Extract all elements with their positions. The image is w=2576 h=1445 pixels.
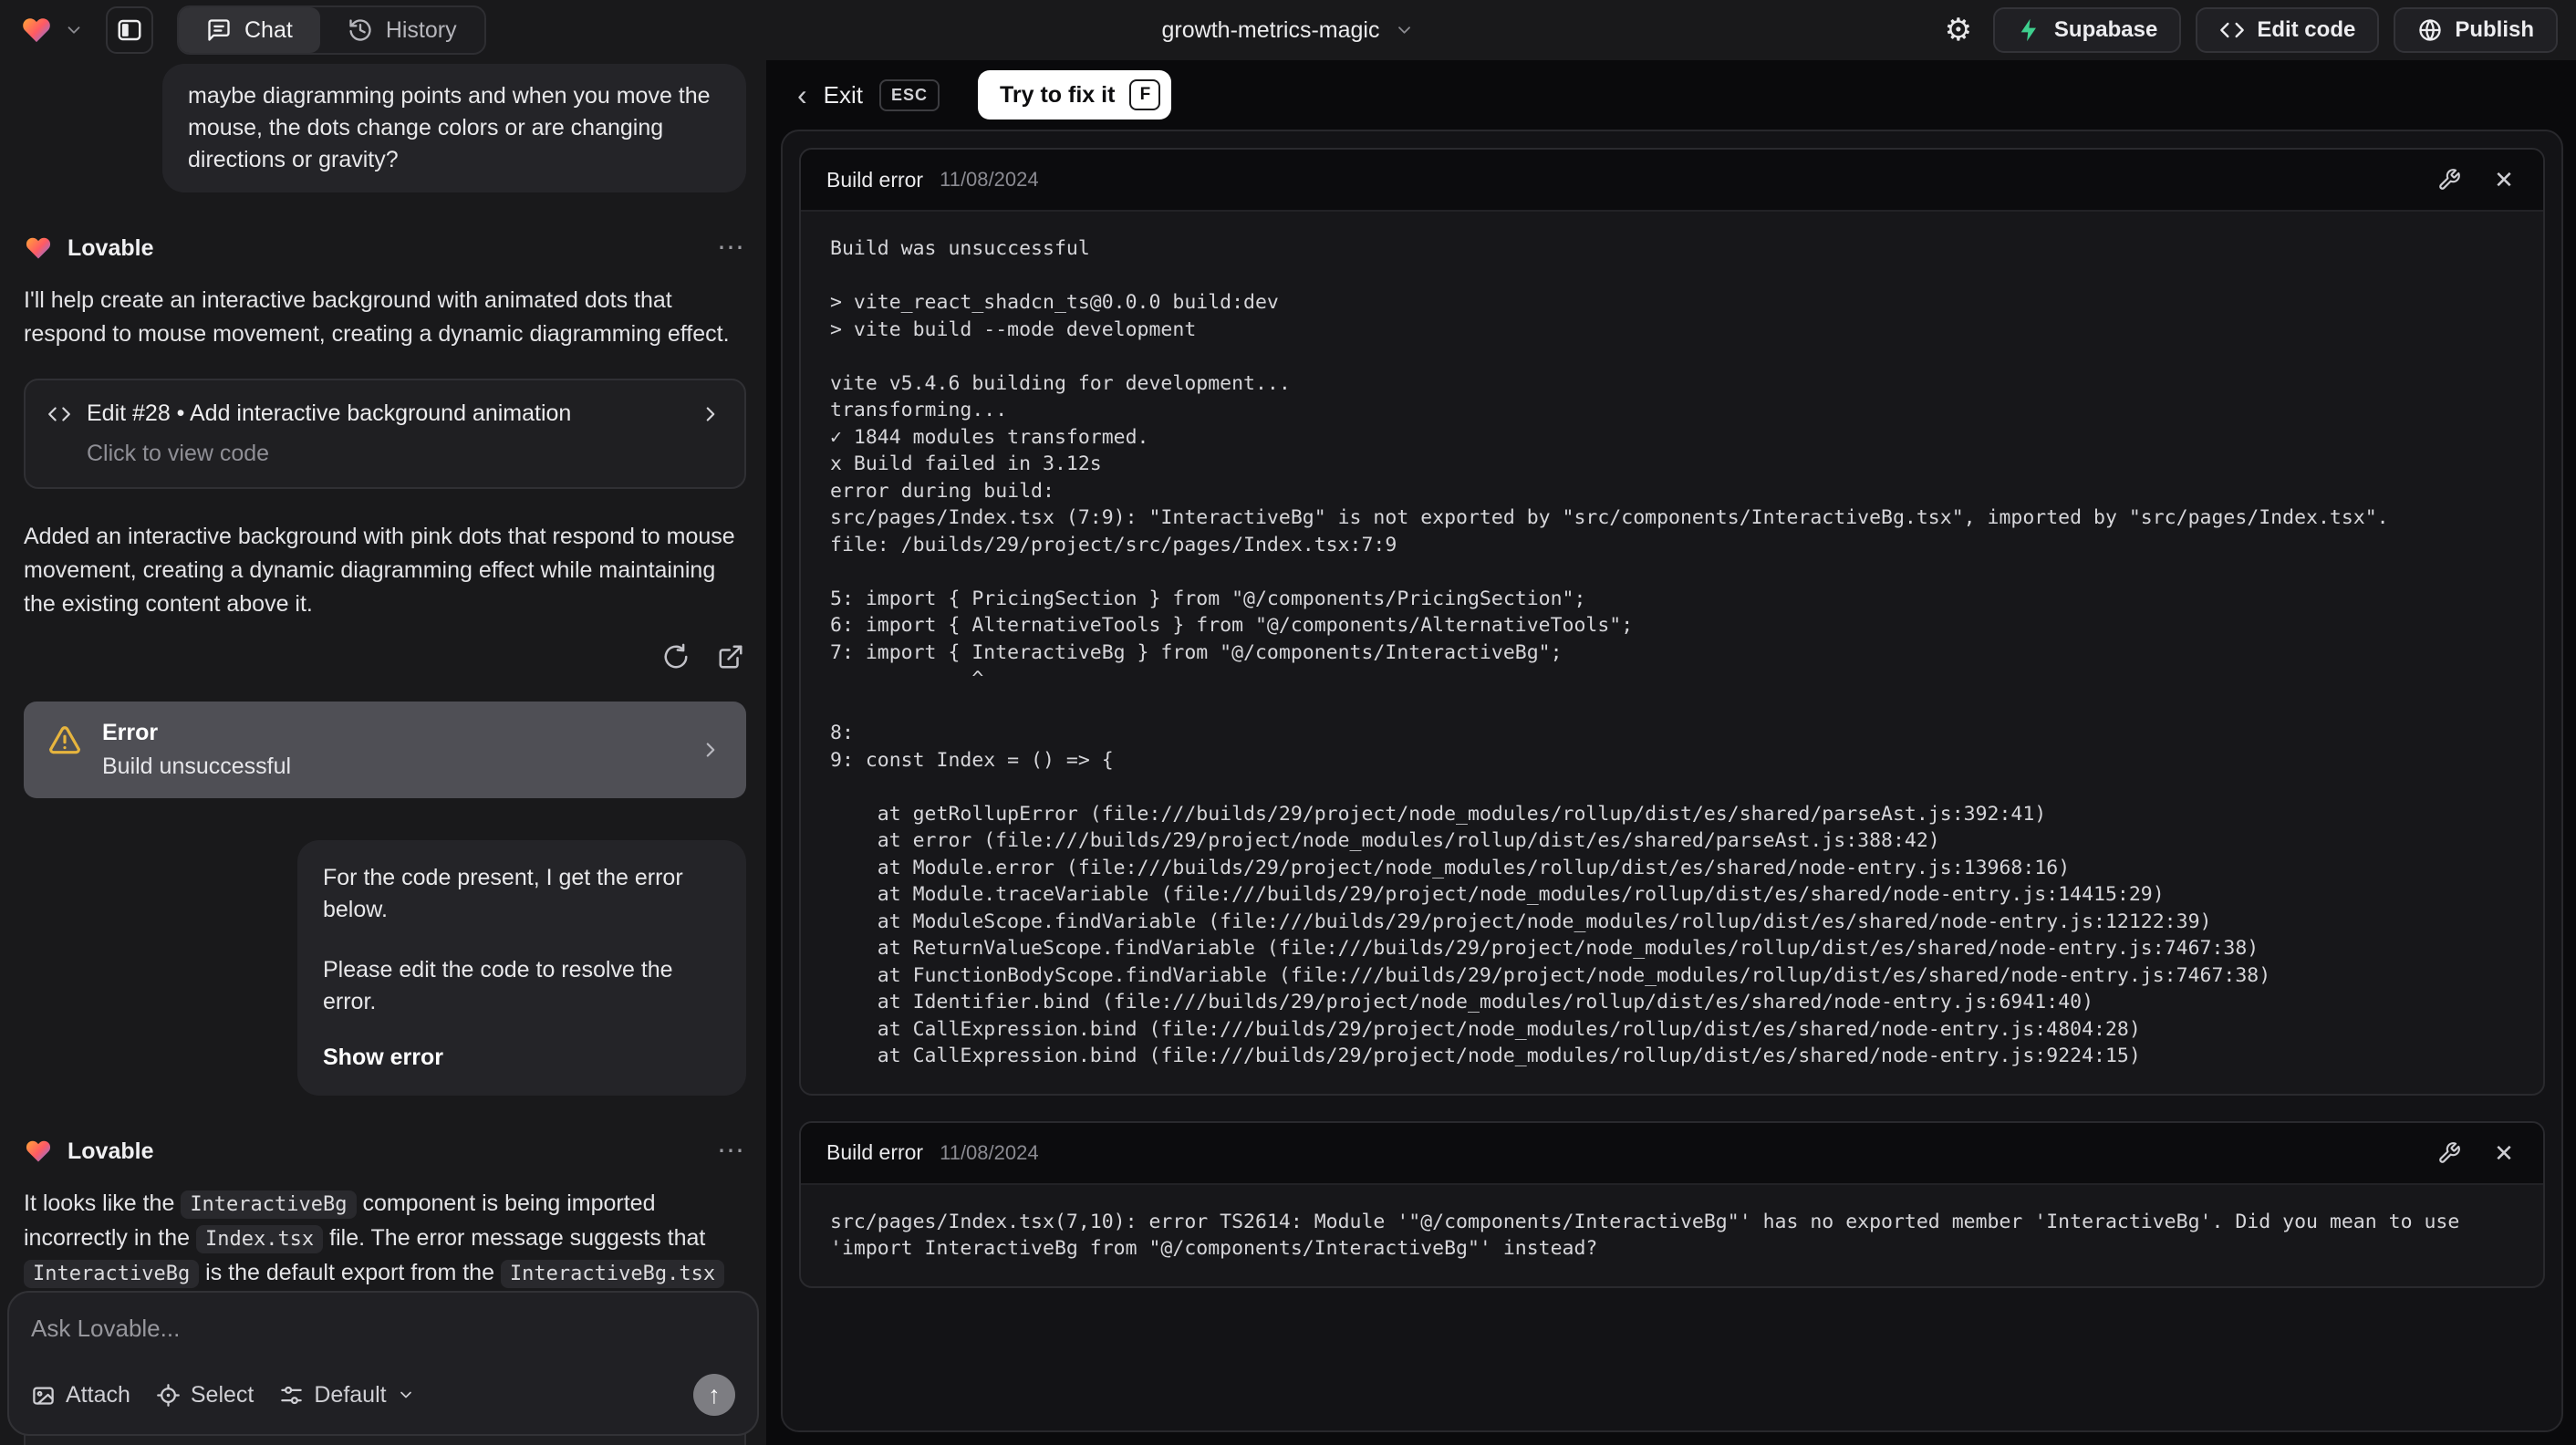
build-log: src/pages/Index.tsx(7,10): error TS2614:… [830,1210,2472,1261]
assistant-name: Lovable [68,234,154,261]
arrow-up-icon: ↑ [708,1380,721,1409]
chevron-left-icon[interactable]: ‹ [797,80,807,109]
tab-history-label: History [385,16,457,43]
build-error-summary-card[interactable]: Error Build unsuccessful [24,702,746,798]
edit-card-title: Edit #29 • Fix import error for Interact… [87,1441,518,1445]
error-panel-title: Build error [826,167,924,192]
user-message: For the code present, I get the error be… [297,840,746,1096]
inline-code: InteractiveBg.tsx [500,1260,725,1288]
history-icon [349,19,371,41]
attach-button[interactable]: Attach [31,1382,130,1409]
code-icon [48,406,70,421]
build-error-panel-2: Build error 11/08/2024 ✕ src/pages/Index… [799,1120,2545,1288]
inline-code: InteractiveBg [24,1260,200,1288]
assistant-message-header: Lovable ⋯ [24,1138,746,1165]
error-panel-header: Build error 11/08/2024 ✕ [801,150,2543,212]
error-panel-header: Build error 11/08/2024 ✕ [801,1122,2543,1185]
tab-chat-label: Chat [244,16,293,43]
chat-sidebar: maybe diagramming points and when you mo… [0,60,766,1445]
error-card-title: Error [102,720,159,745]
topbar-right: ⚙ Supabase Edit code Publish [1938,7,2558,53]
assistant-message-header: Lovable ⋯ [24,234,746,262]
more-options-icon[interactable]: ⋯ [717,1138,746,1165]
workspace-chevron-down-icon[interactable] [64,20,84,40]
chevron-down-icon [400,1391,411,1398]
close-icon[interactable]: ✕ [2490,166,2518,193]
panel-left-icon [118,19,141,41]
lovable-heart-icon [26,1140,51,1162]
publish-label: Publish [2455,17,2534,42]
inline-code: Index.tsx [195,1225,324,1253]
build-error-panel-1: Build error 11/08/2024 ✕ Build was unsuc… [799,148,2545,1096]
send-button[interactable]: ↑ [693,1374,735,1416]
toggle-sidebar-button[interactable] [106,6,153,54]
error-panel-date: 11/08/2024 [940,168,1039,191]
code-icon [2220,22,2245,38]
assistant-summary-text: Added an interactive background with pin… [24,524,735,617]
lovable-logo-icon[interactable] [18,12,55,48]
open-preview-icon[interactable] [715,641,746,672]
edit-card-28[interactable]: Edit #28 • Add interactive background an… [24,379,746,489]
supabase-label: Supabase [2053,17,2158,42]
supabase-bolt-icon [2020,18,2036,42]
lovable-heart-icon [26,237,51,259]
error-panel-date: 11/08/2024 [940,1140,1039,1164]
error-card-subtitle: Build unsuccessful [102,754,292,779]
message-actions [24,641,746,672]
error-panel-body: src/pages/Index.tsx(7,10): error TS2614:… [801,1185,2543,1286]
error-panel-title: Build error [826,1140,924,1164]
exit-button[interactable]: Exit [824,81,863,109]
chat-bubble-icon [208,19,230,41]
topbar: Chat History growth-metrics-magic ⚙ Supa… [0,0,2576,60]
globe-icon [2419,19,2441,41]
publish-button[interactable]: Publish [2394,7,2558,53]
error-panel-body: Build was unsuccessful > vite_react_shad… [801,212,2543,1094]
more-options-icon[interactable]: ⋯ [717,234,746,262]
restore-icon[interactable] [660,641,691,672]
select-element-button[interactable]: Select [156,1382,254,1409]
chevron-right-icon [699,402,722,426]
error-overlay-pane: ‹ Exit ESC Try to fix it F Build error 1… [766,60,2576,1445]
project-switcher[interactable]: growth-metrics-magic [1162,17,1415,44]
tab-chat[interactable]: Chat [179,7,320,53]
select-target-icon [157,1383,180,1407]
settings-button[interactable]: ⚙ [1938,10,1979,50]
build-log: Build was unsuccessful > vite_react_shad… [830,237,2389,1067]
main-area: maybe diagramming points and when you mo… [0,60,2576,1445]
f-key-badge: F [1129,79,1161,110]
topbar-left: Chat History [18,5,486,55]
fix-wrench-icon[interactable] [2436,166,2463,193]
warning-triangle-icon [49,726,80,754]
project-name: growth-metrics-magic [1161,16,1380,43]
supabase-button[interactable]: Supabase [1992,7,2182,53]
close-icon[interactable]: ✕ [2490,1139,2518,1167]
error-panel-container: Build error 11/08/2024 ✕ Build was unsuc… [781,130,2563,1432]
assistant-intro-text: I'll help create an interactive backgrou… [24,287,730,347]
project-chevron-down-icon [1394,20,1414,40]
inline-code: InteractiveBg [181,1190,357,1219]
sliders-icon [281,1386,303,1404]
overlay-header: ‹ Exit ESC Try to fix it F [766,60,2576,130]
try-to-fix-button[interactable]: Try to fix it F [978,70,1172,120]
lovable-app: Chat History growth-metrics-magic ⚙ Supa… [0,0,2576,1445]
chat-message-list: maybe diagramming points and when you mo… [0,60,766,1445]
tab-history[interactable]: History [320,7,484,53]
edit-code-button[interactable]: Edit code [2196,7,2380,53]
view-switcher: Chat History [177,5,486,55]
chat-input[interactable] [31,1315,735,1355]
gear-icon: ⚙ [1944,13,1973,47]
mode-selector[interactable]: Default [279,1382,414,1409]
esc-key-badge: ESC [879,78,940,111]
edit-code-label: Edit code [2257,17,2356,42]
user-message: maybe diagramming points and when you mo… [162,64,746,192]
fix-wrench-icon[interactable] [2436,1139,2463,1167]
attach-image-icon [33,1387,54,1405]
edit-card-title: Edit #28 • Add interactive background an… [87,400,572,426]
edit-card-subtitle: Click to view code [87,441,270,466]
chat-composer: Attach Select Default ↑ [7,1291,759,1436]
chevron-right-icon [699,738,722,762]
assistant-name: Lovable [68,1138,154,1164]
show-error-label: Show error [323,1045,443,1070]
